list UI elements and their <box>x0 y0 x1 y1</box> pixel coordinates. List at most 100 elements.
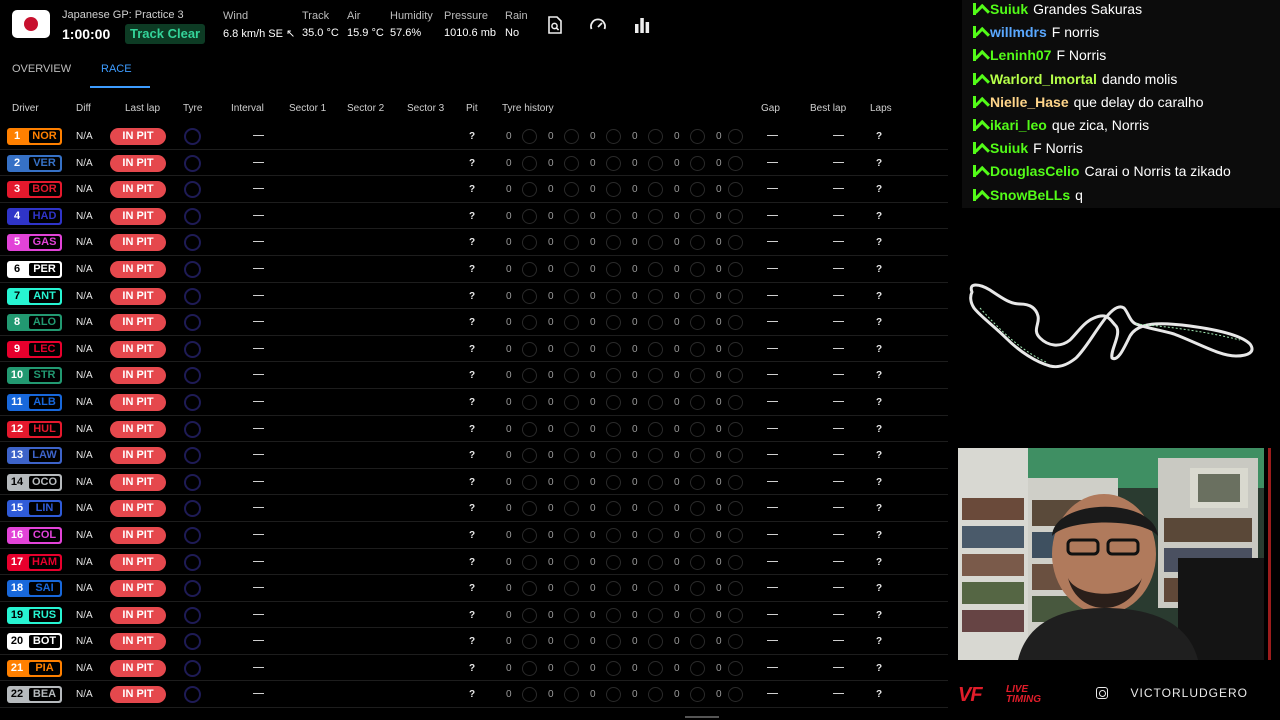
column-best-lap[interactable]: Best lap <box>810 103 846 114</box>
driver-tag: 3 BOR <box>7 181 62 199</box>
diff-value: N/A <box>76 450 93 462</box>
table-row[interactable]: 21 PIA N/A IN PIT? 0 0 0 0 0 0? <box>0 655 948 682</box>
tyre-history-icon <box>690 421 705 437</box>
speedometer-icon[interactable] <box>589 16 607 34</box>
gap-empty <box>767 241 778 243</box>
tab-overview[interactable]: OVERVIEW <box>10 56 73 88</box>
tyre-history-laps: 0 <box>716 370 722 382</box>
table-row[interactable]: 9 LEC N/A IN PIT? 0 0 0 0 0 0? <box>0 336 948 363</box>
table-row[interactable]: 14 OCO N/A IN PIT? 0 0 0 0 0 0? <box>0 469 948 496</box>
column-driver[interactable]: Driver <box>12 103 39 114</box>
table-row[interactable]: 10 STR N/A IN PIT? 0 0 0 0 0 0? <box>0 362 948 389</box>
tyre-history-laps: 0 <box>548 131 554 142</box>
table-row[interactable]: 18 SAI N/A IN PIT? 0 0 0 0 0 0? <box>0 575 948 602</box>
in-pit-badge: IN PIT <box>110 606 166 624</box>
table-row[interactable]: 1 NOR N/A IN PIT? 0 0 0 0 0 0? <box>0 123 948 150</box>
kick-badge-icon <box>972 141 984 155</box>
column-sector-1[interactable]: Sector 1 <box>289 103 326 114</box>
column-sector-2[interactable]: Sector 2 <box>347 103 384 114</box>
column-laps[interactable]: Laps <box>870 103 892 114</box>
tyre-history-icon <box>606 474 621 490</box>
chat-username[interactable]: ikari_leo <box>990 117 1047 133</box>
driver-code: BOT <box>29 635 60 649</box>
tyre-history-laps: 0 <box>674 396 680 408</box>
table-row[interactable]: 13 LAW N/A IN PIT? 0 0 0 0 0 0? <box>0 442 948 469</box>
column-pit[interactable]: Pit <box>466 103 478 114</box>
gap-empty <box>767 214 778 216</box>
chat-username[interactable]: SnowBeLLs <box>990 187 1070 203</box>
gap-empty <box>767 347 778 349</box>
chat-text: F norris <box>1051 24 1100 41</box>
tyre-history-icon <box>606 261 621 277</box>
column-last-lap[interactable]: Last lap <box>125 103 160 114</box>
table-row[interactable]: 3 BOR N/A IN PIT? 0 0 0 0 0 0? <box>0 176 948 203</box>
chat-username[interactable]: DouglasCelio <box>990 163 1079 179</box>
chat-username[interactable]: Nielle_Hase <box>990 94 1069 110</box>
table-row[interactable]: 17 HAM N/A IN PIT? 0 0 0 0 0 0? <box>0 549 948 576</box>
position-number: 4 <box>13 209 21 222</box>
chat-username[interactable]: Warlord_Imortal <box>990 71 1097 87</box>
table-row[interactable]: 4 HAD N/A IN PIT? 0 0 0 0 0 0? <box>0 203 948 230</box>
table-row[interactable]: 20 BOT N/A IN PIT? 0 0 0 0 0 0? <box>0 628 948 655</box>
column-interval[interactable]: Interval <box>231 103 264 114</box>
tyre-history-laps: 0 <box>716 636 722 648</box>
column-tyre-history[interactable]: Tyre history <box>502 103 554 114</box>
kick-badge-icon <box>972 25 984 39</box>
table-row[interactable]: 19 RUS N/A IN PIT? 0 0 0 0 0 0? <box>0 602 948 629</box>
tyre-history-icon <box>606 581 621 597</box>
table-row[interactable]: 16 COL N/A IN PIT? 0 0 0 0 0 0? <box>0 522 948 549</box>
tyre-history-laps: 0 <box>716 476 722 488</box>
table-row[interactable]: 5 GAS N/A IN PIT? 0 0 0 0 0 0? <box>0 229 948 256</box>
tyre-history-laps: 0 <box>632 450 638 462</box>
tyre-history-icon <box>648 501 663 517</box>
table-row[interactable]: 8 ALO N/A IN PIT? 0 0 0 0 0 0? <box>0 309 948 336</box>
table-row[interactable]: 15 LIN N/A IN PIT? 0 0 0 0 0 0? <box>0 495 948 522</box>
driver-code: RUS <box>29 608 60 622</box>
laps-count: ? <box>876 370 883 382</box>
tyre-history-icon <box>648 660 663 676</box>
chat-text: F Norris <box>1056 47 1107 64</box>
tyre-history-icon <box>564 315 579 331</box>
document-search-icon[interactable] <box>546 16 564 34</box>
track-status-badge: Track Clear <box>125 24 206 44</box>
position-number: 13 <box>10 449 24 462</box>
tyre-history-icon <box>522 208 537 224</box>
table-row[interactable]: 22 BEA N/A IN PIT? 0 0 0 0 0 0? <box>0 681 948 709</box>
tyre-history-laps: 0 <box>590 423 596 435</box>
tyre-history-icon <box>606 448 621 464</box>
tyre-history-icon <box>564 155 579 171</box>
tyre-history-laps: 0 <box>632 476 638 488</box>
chat-username[interactable]: Suiuk <box>990 1 1028 17</box>
column-gap[interactable]: Gap <box>761 103 780 114</box>
table-row[interactable]: 7 ANT N/A IN PIT? 0 0 0 0 0 0? <box>0 283 948 310</box>
table-row[interactable]: 6 PER N/A IN PIT? 0 0 0 0 0 0? <box>0 256 948 283</box>
tyre-history-laps: 0 <box>506 131 512 142</box>
tyre-history-laps: 0 <box>716 583 722 595</box>
scroll-indicator[interactable] <box>685 716 719 718</box>
chat-text: q <box>1075 186 1083 203</box>
table-row[interactable]: 2 VER N/A IN PIT? 0 0 0 0 0 0? <box>0 150 948 177</box>
tyre-history-laps: 0 <box>590 529 596 541</box>
bar-chart-icon[interactable] <box>633 16 651 34</box>
tyre-history-icon <box>728 261 743 277</box>
tyre-history-icon <box>690 501 705 517</box>
chat-username[interactable]: willmdrs <box>990 24 1047 40</box>
tyre-history-icon <box>606 394 621 410</box>
tyre-history-laps: 0 <box>632 343 638 355</box>
column-sector-3[interactable]: Sector 3 <box>407 103 444 114</box>
timing-panel: Japanese GP: Practice 3 1:00:00 Track Cl… <box>0 0 948 720</box>
webcam-feed <box>958 448 1264 660</box>
column-diff[interactable]: Diff <box>76 103 91 114</box>
pit-count: ? <box>469 583 476 595</box>
tyre-history-laps: 0 <box>590 583 596 595</box>
kick-badge-icon <box>972 2 984 16</box>
pit-count: ? <box>469 370 476 382</box>
table-row[interactable]: 12 HUL N/A IN PIT? 0 0 0 0 0 0? <box>0 416 948 443</box>
column-tyre[interactable]: Tyre <box>183 103 202 114</box>
chat-username[interactable]: Leninh07 <box>990 47 1051 63</box>
tyre-history-icon <box>522 182 537 198</box>
best-lap-empty <box>833 267 844 269</box>
tab-race[interactable]: RACE <box>99 56 134 88</box>
chat-username[interactable]: Suiuk <box>990 140 1028 156</box>
table-row[interactable]: 11 ALB N/A IN PIT? 0 0 0 0 0 0? <box>0 389 948 416</box>
